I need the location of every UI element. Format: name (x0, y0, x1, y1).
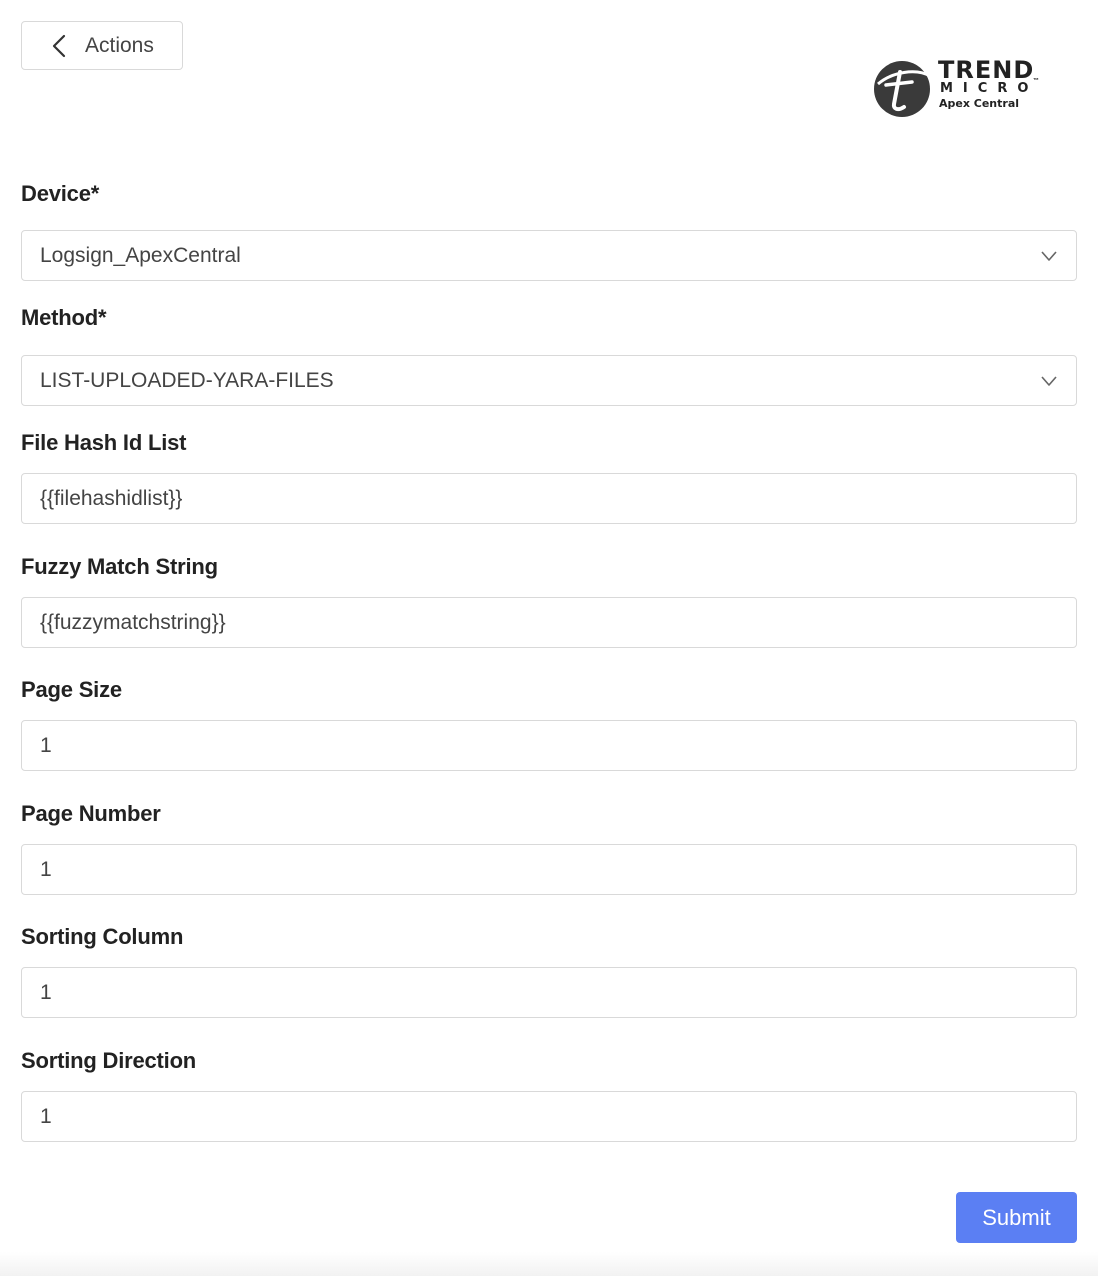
submit-button[interactable]: Submit (956, 1192, 1077, 1243)
chevron-left-icon (49, 34, 69, 58)
fuzzy-match-string-input[interactable]: {{fuzzymatchstring}} (21, 597, 1077, 648)
chevron-down-icon (1041, 375, 1057, 386)
sorting-direction-label: Sorting Direction (21, 1048, 197, 1073)
fuzzy-match-string-label: Fuzzy Match String (21, 554, 218, 579)
fuzzy-match-string-value: {{fuzzymatchstring}} (40, 610, 226, 634)
file-hash-id-list-label: File Hash Id List (21, 430, 187, 455)
file-hash-id-list-value: {{filehashidlist}} (40, 486, 183, 510)
logo-line1: TREND (938, 56, 1035, 84)
logo-product: Apex Central (939, 97, 1020, 110)
bottom-shadow (0, 1252, 1098, 1276)
trend-micro-emblem-icon (874, 61, 931, 117)
sorting-column-label: Sorting Column (21, 924, 184, 949)
page-number-value: 1 (40, 857, 52, 881)
back-button[interactable]: Actions (21, 21, 183, 70)
page-size-label: Page Size (21, 677, 122, 702)
logo-tm: ™ (1033, 78, 1039, 84)
page-size-value: 1 (40, 733, 52, 757)
page-number-input[interactable]: 1 (21, 844, 1077, 895)
device-select[interactable]: Logsign_ApexCentral (21, 230, 1077, 281)
sorting-column-input[interactable]: 1 (21, 967, 1077, 1018)
back-button-label: Actions (85, 33, 154, 57)
method-select-value: LIST-UPLOADED-YARA-FILES (40, 368, 334, 392)
device-label: Device* (21, 181, 100, 206)
method-label: Method* (21, 305, 107, 330)
file-hash-id-list-input[interactable]: {{filehashidlist}} (21, 473, 1077, 524)
page-number-label: Page Number (21, 801, 161, 826)
trend-micro-logo: TREND MICRO ™ Apex Central (872, 56, 1044, 120)
sorting-direction-value: 1 (40, 1104, 52, 1128)
sorting-direction-input[interactable]: 1 (21, 1091, 1077, 1142)
sorting-column-value: 1 (40, 980, 52, 1004)
page-size-input[interactable]: 1 (21, 720, 1077, 771)
device-select-value: Logsign_ApexCentral (40, 243, 241, 267)
method-select[interactable]: LIST-UPLOADED-YARA-FILES (21, 355, 1077, 406)
chevron-down-icon (1041, 250, 1057, 261)
logo-line2: MICRO (940, 81, 1039, 96)
